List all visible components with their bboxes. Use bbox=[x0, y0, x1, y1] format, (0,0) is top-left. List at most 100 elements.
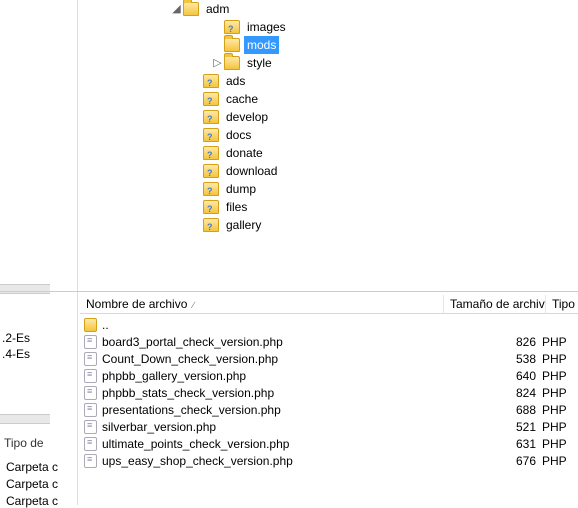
sort-asc-icon: ∕ bbox=[193, 300, 195, 310]
column-header-size[interactable]: Tamaño de archivo bbox=[444, 295, 546, 313]
folder-tree[interactable]: ◢admimagesmods▷styleadscachedevelopdocsd… bbox=[80, 0, 578, 292]
tree-node-label: docs bbox=[223, 126, 254, 144]
tree-node-label: donate bbox=[223, 144, 266, 162]
file-size: 676 bbox=[450, 454, 542, 468]
folder-unknown-icon bbox=[203, 200, 219, 214]
file-row[interactable]: .. bbox=[80, 316, 578, 333]
tree-node-label: develop bbox=[223, 108, 271, 126]
file-type: PHP bbox=[542, 454, 578, 468]
file-type: PHP bbox=[542, 335, 578, 349]
column-header-label: Tipo bbox=[552, 297, 575, 311]
folder-unknown-icon bbox=[203, 92, 219, 106]
folder-icon bbox=[84, 318, 97, 332]
file-size: 824 bbox=[450, 386, 542, 400]
column-header-name[interactable]: Nombre de archivo ∕ bbox=[80, 295, 444, 313]
file-row[interactable]: board3_portal_check_version.php826PHP bbox=[80, 333, 578, 350]
tree-node[interactable]: download bbox=[80, 162, 578, 180]
file-row[interactable]: ups_easy_shop_check_version.php676PHP bbox=[80, 452, 578, 469]
file-type: PHP bbox=[542, 403, 578, 417]
file-type: PHP bbox=[542, 369, 578, 383]
file-type: PHP bbox=[542, 352, 578, 366]
file-size: 631 bbox=[450, 437, 542, 451]
tree-node[interactable]: develop bbox=[80, 108, 578, 126]
column-header-label: Tamaño de archivo bbox=[450, 297, 546, 311]
scrollbar-fragment[interactable] bbox=[0, 414, 50, 424]
php-file-icon bbox=[84, 369, 97, 383]
folder-tree-pane: ◢admimagesmods▷styleadscachedevelopdocsd… bbox=[0, 0, 578, 292]
file-name: Count_Down_check_version.php bbox=[102, 352, 450, 366]
folder-unknown-icon bbox=[203, 164, 219, 178]
tree-node-label: style bbox=[244, 54, 275, 72]
tree-node[interactable]: ◢ adm bbox=[80, 0, 578, 18]
folder-unknown-icon bbox=[224, 20, 240, 34]
file-type: PHP bbox=[542, 420, 578, 434]
file-size: 826 bbox=[450, 335, 542, 349]
file-name: phpbb_gallery_version.php bbox=[102, 369, 450, 383]
tree-node[interactable]: donate bbox=[80, 144, 578, 162]
file-row[interactable]: Count_Down_check_version.php538PHP bbox=[80, 350, 578, 367]
php-file-icon bbox=[84, 437, 97, 451]
tree-node-label: images bbox=[244, 18, 289, 36]
file-row[interactable]: phpbb_stats_check_version.php824PHP bbox=[80, 384, 578, 401]
tree-node-label: gallery bbox=[223, 216, 264, 234]
php-file-icon bbox=[84, 386, 97, 400]
file-size: 521 bbox=[450, 420, 542, 434]
folder-unknown-icon bbox=[203, 110, 219, 124]
left-type-cell: Carpeta c bbox=[6, 460, 58, 474]
tree-node-label: dump bbox=[223, 180, 259, 198]
tree-node-label: cache bbox=[223, 90, 261, 108]
folder-unknown-icon bbox=[203, 128, 219, 142]
file-name: silverbar_version.php bbox=[102, 420, 450, 434]
tree-node[interactable]: gallery bbox=[80, 216, 578, 234]
folder-open-icon bbox=[224, 56, 240, 70]
tree-node[interactable]: ▷ style bbox=[80, 54, 578, 72]
tree-node-label: ads bbox=[223, 72, 248, 90]
folder-unknown-icon bbox=[203, 74, 219, 88]
php-file-icon bbox=[84, 403, 97, 417]
file-size: 640 bbox=[450, 369, 542, 383]
left-type-cell: Carpeta c bbox=[6, 494, 58, 508]
tree-node-label: download bbox=[223, 162, 280, 180]
file-name: phpbb_stats_check_version.php bbox=[102, 386, 450, 400]
file-name: ultimate_points_check_version.php bbox=[102, 437, 450, 451]
tree-node[interactable]: ads bbox=[80, 72, 578, 90]
file-row[interactable]: presentations_check_version.php688PHP bbox=[80, 401, 578, 418]
file-list[interactable]: ..board3_portal_check_version.php826PHPC… bbox=[80, 314, 578, 469]
column-header-label: Nombre de archivo bbox=[86, 297, 187, 311]
tree-node-label: mods bbox=[244, 36, 279, 54]
left-item[interactable]: .2-Es bbox=[0, 330, 32, 346]
folder-unknown-icon bbox=[203, 218, 219, 232]
file-type: PHP bbox=[542, 386, 578, 400]
tree-node[interactable]: dump bbox=[80, 180, 578, 198]
php-file-icon bbox=[84, 335, 97, 349]
file-name: .. bbox=[102, 318, 450, 332]
left-type-cell: Carpeta c bbox=[6, 477, 58, 491]
file-list-pane: Nombre de archivo ∕ Tamaño de archivo Ti… bbox=[80, 294, 578, 505]
folder-unknown-icon bbox=[203, 146, 219, 160]
file-name: presentations_check_version.php bbox=[102, 403, 450, 417]
left-item[interactable]: .4-Es bbox=[0, 346, 32, 362]
folder-open-icon bbox=[224, 38, 240, 52]
left-column-header[interactable]: Tipo de bbox=[0, 432, 48, 454]
file-row[interactable]: silverbar_version.php521PHP bbox=[80, 418, 578, 435]
file-row[interactable]: phpbb_gallery_version.php640PHP bbox=[80, 367, 578, 384]
file-name: board3_portal_check_version.php bbox=[102, 335, 450, 349]
tree-node[interactable]: cache bbox=[80, 90, 578, 108]
file-size: 688 bbox=[450, 403, 542, 417]
folder-open-icon bbox=[183, 2, 199, 16]
php-file-icon bbox=[84, 454, 97, 468]
tree-node-label: adm bbox=[203, 0, 232, 18]
tree-node[interactable]: images bbox=[80, 18, 578, 36]
file-list-header[interactable]: Nombre de archivo ∕ Tamaño de archivo Ti… bbox=[80, 294, 578, 314]
tree-node[interactable]: docs bbox=[80, 126, 578, 144]
file-type: PHP bbox=[542, 437, 578, 451]
tree-twisty-icon[interactable]: ◢ bbox=[170, 0, 183, 18]
php-file-icon bbox=[84, 352, 97, 366]
tree-node[interactable]: files bbox=[80, 198, 578, 216]
php-file-icon bbox=[84, 420, 97, 434]
folder-unknown-icon bbox=[203, 182, 219, 196]
tree-node[interactable]: mods bbox=[80, 36, 578, 54]
file-row[interactable]: ultimate_points_check_version.php631PHP bbox=[80, 435, 578, 452]
tree-twisty-icon[interactable]: ▷ bbox=[211, 54, 224, 72]
column-header-type[interactable]: Tipo bbox=[546, 295, 576, 313]
